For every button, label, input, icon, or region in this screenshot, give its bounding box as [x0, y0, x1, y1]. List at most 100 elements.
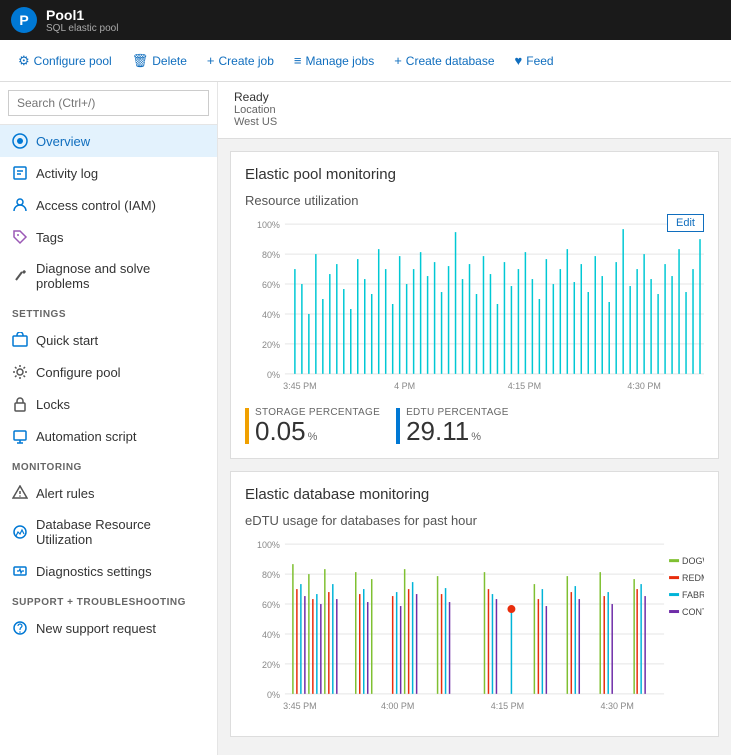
- heart-icon: ♥: [515, 53, 523, 68]
- overview-icon: [12, 133, 28, 149]
- gear-icon: [12, 364, 28, 380]
- svg-text:3:45 PM: 3:45 PM: [283, 381, 316, 391]
- app-title-group: Pool1 SQL elastic pool: [46, 7, 118, 34]
- sidebar-item-label: Database Resource Utilization: [36, 517, 205, 547]
- sidebar-item-label: Automation script: [36, 429, 136, 444]
- diagnostics-icon: [12, 563, 28, 579]
- sidebar-item-label: New support request: [36, 621, 156, 636]
- sidebar: Overview Activity log Access control (IA…: [0, 82, 218, 755]
- search-container: [0, 82, 217, 125]
- sidebar-item-iam[interactable]: Access control (IAM): [0, 189, 217, 221]
- app-title: Pool1: [46, 7, 118, 23]
- sidebar-item-label: Diagnose and solve problems: [36, 261, 205, 291]
- svg-text:80%: 80%: [262, 570, 280, 580]
- metric-bar-blue: [396, 408, 400, 444]
- sidebar-item-label: Activity log: [36, 166, 98, 181]
- edtu-usage-chart: 100% 80% 60% 40% 20% 0% 3:45 PM 4:00 PM …: [245, 534, 704, 719]
- support-icon: [12, 620, 28, 636]
- card2-title: Elastic database monitoring: [245, 486, 704, 503]
- sidebar-item-configure[interactable]: Configure pool: [0, 356, 217, 388]
- sidebar-item-alert-rules[interactable]: Alert rules: [0, 477, 217, 509]
- sidebar-item-tags[interactable]: Tags: [0, 221, 217, 253]
- metric1-unit: %: [308, 431, 318, 443]
- svg-text:100%: 100%: [257, 540, 280, 550]
- configure-label: Configure pool: [34, 54, 112, 68]
- sidebar-item-diagnose[interactable]: Diagnose and solve problems: [0, 253, 217, 299]
- sidebar-item-label: Tags: [36, 230, 63, 245]
- svg-text:DOGWOOD...: DOGWOOD...: [682, 556, 704, 566]
- metric-storage: STORAGE PERCENTAGE 0.05 %: [245, 407, 380, 444]
- sidebar-item-overview[interactable]: Overview: [0, 125, 217, 157]
- monitoring-section-header: MONITORING: [0, 452, 217, 477]
- sidebar-item-label: Diagnostics settings: [36, 564, 152, 579]
- svg-text:100%: 100%: [257, 220, 280, 230]
- sidebar-item-quickstart[interactable]: Quick start: [0, 324, 217, 356]
- toolbar: ⚙ Configure pool 🗑 Delete + Create job ≡…: [0, 40, 731, 82]
- metric2-unit: %: [471, 431, 481, 443]
- elastic-pool-monitoring-card: Elastic pool monitoring Resource utiliza…: [230, 151, 719, 459]
- delete-button[interactable]: 🗑 Delete: [124, 47, 195, 75]
- elastic-database-monitoring-card: Elastic database monitoring eDTU usage f…: [230, 471, 719, 737]
- metric-bar-orange: [245, 408, 249, 444]
- svg-text:40%: 40%: [262, 310, 280, 320]
- svg-text:P: P: [19, 12, 28, 28]
- wrench-icon: [12, 268, 28, 284]
- main-layout: Overview Activity log Access control (IA…: [0, 82, 731, 755]
- settings-section-header: SETTINGS: [0, 299, 217, 324]
- tag-icon: [12, 229, 28, 245]
- create-job-button[interactable]: + Create job: [199, 47, 282, 74]
- metric-edtu-group: EDTU PERCENTAGE 29.11 %: [406, 407, 509, 444]
- delete-label: Delete: [152, 54, 187, 68]
- svg-text:4 PM: 4 PM: [394, 381, 415, 391]
- svg-text:CONTOSO...: CONTOSO...: [682, 607, 704, 617]
- svg-text:80%: 80%: [262, 250, 280, 260]
- create-database-button[interactable]: + Create database: [386, 47, 502, 74]
- support-section-header: SUPPORT + TROUBLESHOOTING: [0, 587, 217, 612]
- sidebar-item-label: Access control (IAM): [36, 198, 156, 213]
- app-logo: P: [10, 6, 38, 34]
- sidebar-item-automation[interactable]: Automation script: [0, 420, 217, 452]
- svg-text:60%: 60%: [262, 280, 280, 290]
- configure-icon: ⚙: [18, 53, 30, 69]
- metric2-value: 29.11: [406, 418, 469, 444]
- content-area: Ready Location West US Elastic pool moni…: [218, 82, 731, 755]
- metric1-value-row: 0.05 %: [255, 418, 380, 444]
- configure-pool-button[interactable]: ⚙ Configure pool: [10, 47, 120, 75]
- feed-label: Feed: [526, 54, 553, 68]
- plus-icon: +: [207, 53, 215, 68]
- edit-button[interactable]: Edit: [667, 214, 704, 232]
- sidebar-item-label: Locks: [36, 397, 70, 412]
- sidebar-item-label: Quick start: [36, 333, 98, 348]
- card1-title: Elastic pool monitoring: [245, 166, 704, 183]
- create-job-label: Create job: [219, 54, 274, 68]
- top-bar: P Pool1 SQL elastic pool: [0, 0, 731, 40]
- svg-text:REDMAPLER...: REDMAPLER...: [682, 573, 704, 583]
- svg-text:40%: 40%: [262, 630, 280, 640]
- svg-text:3:45 PM: 3:45 PM: [283, 701, 316, 711]
- sidebar-item-label: Configure pool: [36, 365, 121, 380]
- sidebar-item-support[interactable]: New support request: [0, 612, 217, 644]
- sidebar-item-diagnostics[interactable]: Diagnostics settings: [0, 555, 217, 587]
- svg-text:4:30 PM: 4:30 PM: [627, 381, 660, 391]
- activity-icon: [12, 165, 28, 181]
- dbresource-icon: [12, 524, 28, 540]
- content-header: Ready Location West US: [218, 82, 731, 139]
- iam-icon: [12, 197, 28, 213]
- alert-icon: [12, 485, 28, 501]
- sidebar-item-activity-log[interactable]: Activity log: [0, 157, 217, 189]
- metric-edtu: EDTU PERCENTAGE 29.11 %: [396, 407, 509, 444]
- svg-text:FABRIKAMJA...: FABRIKAMJA...: [682, 590, 704, 600]
- list-icon: ≡: [294, 53, 302, 68]
- svg-text:4:15 PM: 4:15 PM: [508, 381, 541, 391]
- svg-text:4:00 PM: 4:00 PM: [381, 701, 414, 711]
- plus2-icon: +: [394, 53, 402, 68]
- feed-button[interactable]: ♥ Feed: [507, 47, 562, 74]
- svg-text:0%: 0%: [267, 370, 280, 380]
- sidebar-item-locks[interactable]: Locks: [0, 388, 217, 420]
- lock-icon: [12, 396, 28, 412]
- delete-icon: 🗑: [132, 53, 149, 69]
- sidebar-item-db-resource[interactable]: Database Resource Utilization: [0, 509, 217, 555]
- search-input[interactable]: [8, 90, 209, 116]
- manage-jobs-button[interactable]: ≡ Manage jobs: [286, 47, 382, 74]
- resource-utilization-chart: 100% 80% 60% 40% 20% 0% 3:45 PM 4 PM 4:1…: [245, 214, 704, 394]
